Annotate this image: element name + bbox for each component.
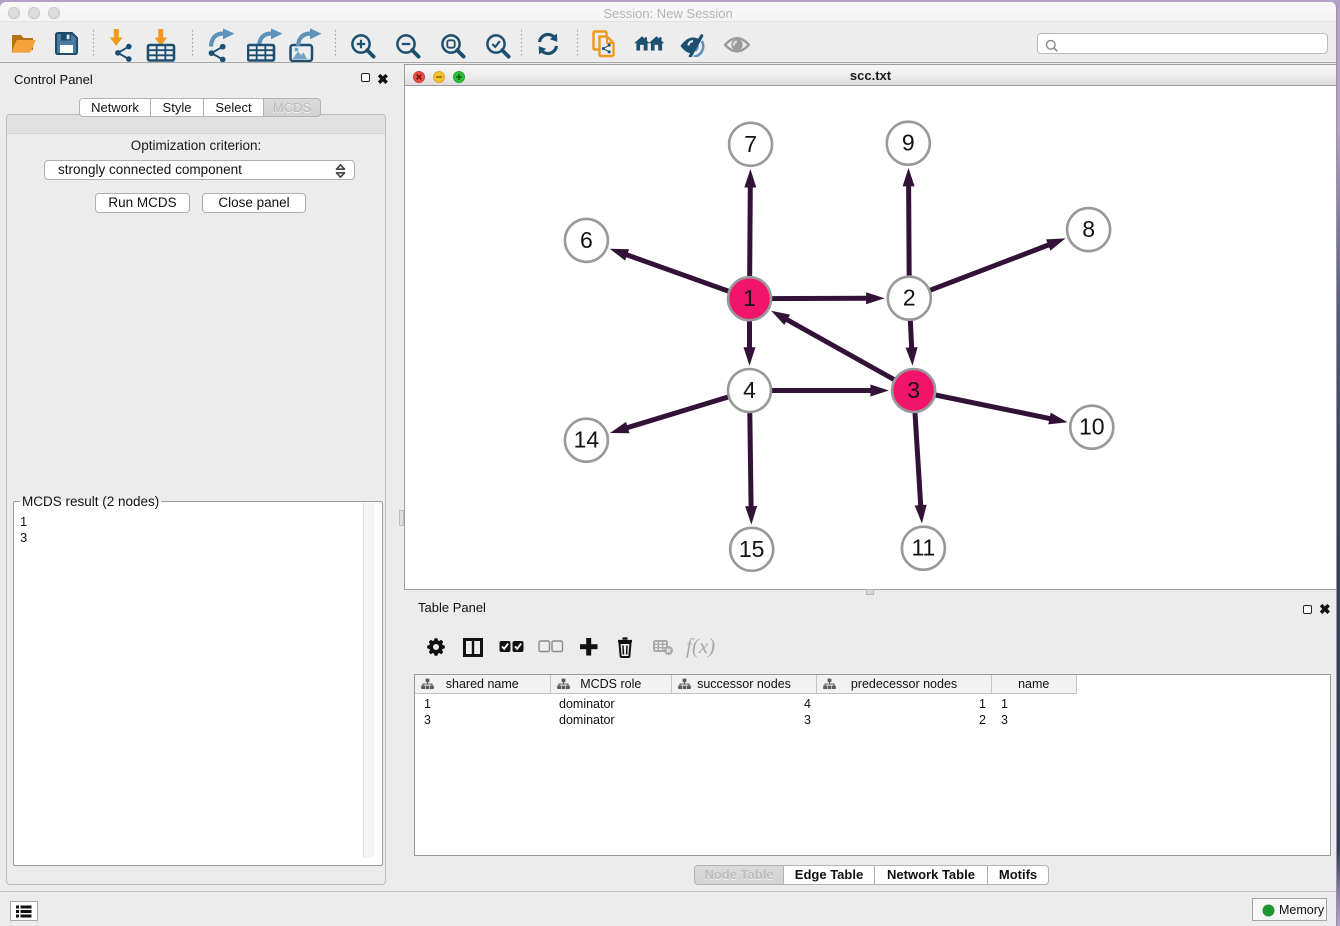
svg-text:3: 3: [907, 377, 920, 403]
svg-text:9: 9: [902, 130, 915, 156]
svg-text:6: 6: [580, 227, 593, 253]
svg-text:7: 7: [744, 131, 757, 157]
svg-text:11: 11: [911, 535, 935, 561]
svg-text:10: 10: [1079, 414, 1105, 440]
svg-text:4: 4: [743, 377, 756, 403]
svg-text:15: 15: [739, 536, 765, 562]
svg-text:2: 2: [903, 285, 916, 311]
svg-text:14: 14: [574, 427, 600, 453]
svg-text:8: 8: [1082, 216, 1095, 242]
svg-text:1: 1: [743, 285, 756, 311]
